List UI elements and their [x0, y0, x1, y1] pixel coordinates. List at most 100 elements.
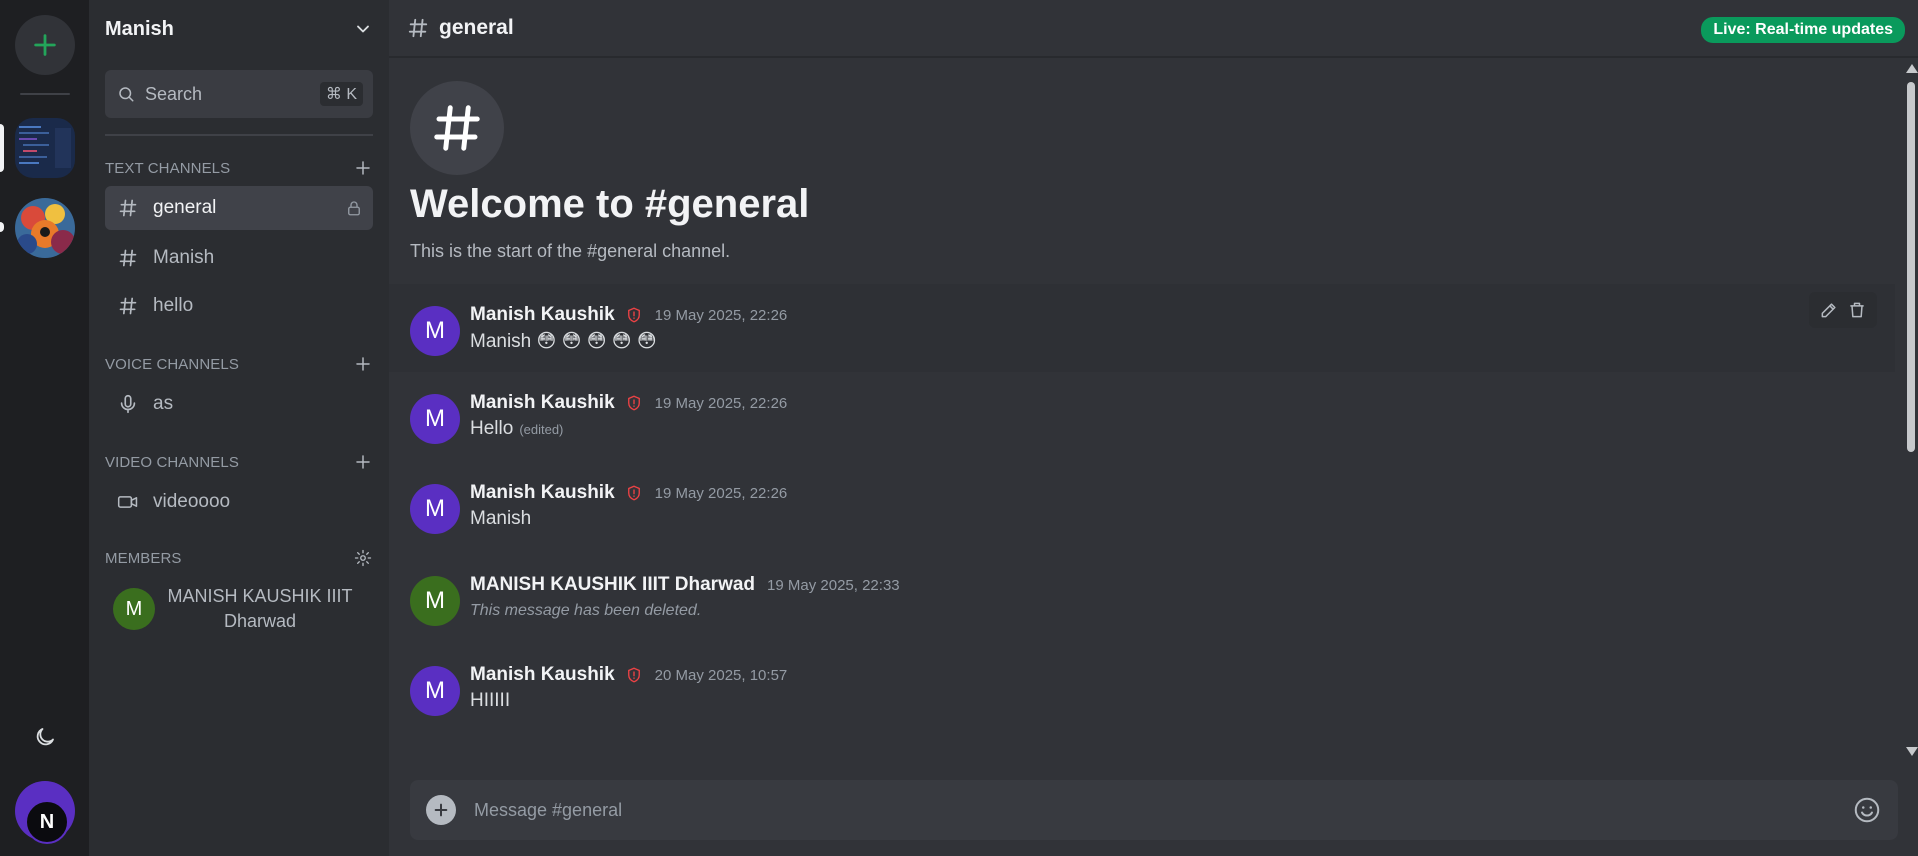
message-item[interactable]: M MANISH KAUSHIK IIIT Dharwad 19 May 202…: [389, 554, 1895, 644]
message-author[interactable]: Manish Kaushik: [470, 304, 615, 326]
video-channels-header: VIDEO CHANNELS: [105, 452, 373, 472]
manage-members-button[interactable]: [353, 548, 373, 568]
message-composer: [410, 780, 1898, 840]
user-badge[interactable]: N: [25, 800, 69, 844]
server-header[interactable]: Manish: [89, 0, 389, 58]
deleted-message-text: This message has been deleted.: [470, 602, 702, 619]
server-rail: N: [0, 0, 89, 856]
rail-separator: [20, 93, 70, 95]
message-avatar[interactable]: M: [410, 666, 460, 716]
live-status-badge: Live: Real-time updates: [1701, 17, 1905, 43]
section-label: VOICE CHANNELS: [105, 355, 239, 373]
channel-item-general[interactable]: general: [105, 186, 373, 230]
message-timestamp: 19 May 2025, 22:26: [654, 484, 788, 502]
message-scrollbar[interactable]: [1904, 62, 1918, 760]
message-avatar[interactable]: M: [410, 306, 460, 356]
sidebar-divider: [105, 134, 373, 136]
channel-name: as: [153, 393, 174, 414]
message-author[interactable]: Manish Kaushik: [470, 664, 615, 686]
emoji-button[interactable]: [1852, 795, 1882, 825]
member-avatar: M: [113, 588, 155, 630]
channel-item-as[interactable]: as: [105, 382, 373, 426]
scrollbar-thumb[interactable]: [1907, 82, 1915, 452]
message-input[interactable]: [474, 799, 1852, 821]
channel-sidebar: Manish Search ⌘ K TEXT CHANNELS general …: [89, 0, 389, 856]
smiley-icon: [1854, 797, 1880, 823]
message-timestamp: 19 May 2025, 22:33: [767, 576, 900, 594]
message-avatar[interactable]: M: [410, 484, 460, 534]
channel-name: videoooo: [153, 491, 231, 512]
scroll-up-arrow[interactable]: [1906, 64, 1918, 73]
message-actions: [1809, 292, 1877, 328]
message-text-row: Hello (edited): [470, 418, 787, 440]
server-thumbnail-icon: [15, 198, 75, 258]
admin-shield-icon: [625, 484, 643, 502]
message-item[interactable]: M Manish Kaushik 19 May 2025, 22:26 Mani…: [389, 284, 1895, 372]
server-name: Manish: [105, 17, 174, 40]
member-name: MANISH KAUSHIK IIIT Dharwad: [167, 586, 353, 631]
search-button[interactable]: Search ⌘ K: [105, 70, 373, 118]
moon-icon: [36, 728, 54, 746]
admin-shield-icon: [625, 394, 643, 412]
trash-icon: [1850, 302, 1864, 318]
message-list: M Manish Kaushik 19 May 2025, 22:26 Mani…: [389, 284, 1895, 760]
message-item[interactable]: M Manish Kaushik 19 May 2025, 22:26 Hell…: [389, 372, 1895, 462]
hash-icon: [117, 197, 139, 219]
channel-item-videoooo[interactable]: videoooo: [105, 480, 373, 524]
section-label: TEXT CHANNELS: [105, 159, 231, 177]
message-author[interactable]: Manish Kaushik: [470, 392, 615, 414]
server-thumbnail-icon: [15, 118, 75, 178]
add-server-button[interactable]: [15, 15, 75, 75]
message-item[interactable]: M Manish Kaushik 19 May 2025, 22:26 Mani…: [389, 462, 1895, 554]
video-camera-icon: [117, 491, 139, 513]
plus-icon: [34, 34, 56, 56]
message-text: Hello: [470, 418, 514, 439]
plus-icon: [434, 803, 448, 817]
hash-icon: [117, 295, 139, 317]
message-text: HIIIII: [470, 690, 511, 711]
edit-message-button[interactable]: [1819, 300, 1839, 320]
delete-message-button[interactable]: [1847, 300, 1867, 320]
welcome-title: Welcome to #general: [410, 182, 810, 226]
members-header: MEMBERS: [105, 548, 373, 568]
hash-icon: [117, 247, 139, 269]
text-channels-header: TEXT CHANNELS: [105, 158, 373, 178]
admin-shield-icon: [625, 666, 643, 684]
add-video-channel-button[interactable]: [353, 452, 373, 472]
welcome-subtitle: This is the start of the #general channe…: [410, 241, 731, 261]
server-icon-art[interactable]: [15, 198, 75, 258]
message-text: Manish: [470, 508, 532, 529]
theme-toggle-button[interactable]: [28, 720, 62, 754]
channel-item-hello[interactable]: hello: [105, 284, 373, 328]
add-voice-channel-button[interactable]: [353, 354, 373, 374]
message-author[interactable]: MANISH KAUSHIK IIIT Dharwad: [470, 574, 755, 596]
message-author[interactable]: Manish Kaushik: [470, 482, 615, 504]
channel-item-manish[interactable]: Manish: [105, 236, 373, 280]
message-avatar[interactable]: M: [410, 394, 460, 444]
plus-icon: [356, 357, 370, 371]
voice-channels-header: VOICE CHANNELS: [105, 354, 373, 374]
chevron-down-icon: [357, 25, 369, 33]
attach-button[interactable]: [426, 795, 456, 825]
admin-shield-icon: [625, 306, 643, 324]
edited-label: (edited): [519, 422, 564, 437]
message-text: Manish 😳 😳 😳 😳 😳: [470, 331, 657, 352]
search-label: Search: [145, 83, 203, 104]
channel-title: general: [439, 16, 514, 39]
message-timestamp: 19 May 2025, 22:26: [654, 394, 788, 412]
section-label: VIDEO CHANNELS: [105, 453, 239, 471]
add-text-channel-button[interactable]: [353, 158, 373, 178]
edit-icon: [1821, 303, 1836, 318]
search-icon: [119, 87, 134, 102]
message-avatar[interactable]: M: [410, 576, 460, 626]
message-timestamp: 20 May 2025, 10:57: [654, 666, 788, 684]
scroll-down-arrow[interactable]: [1906, 747, 1918, 756]
microphone-icon: [117, 393, 139, 415]
channel-header: general: [389, 0, 1918, 58]
gear-icon: [354, 549, 372, 567]
message-item[interactable]: M Manish Kaushik 20 May 2025, 10:57 HIII…: [389, 644, 1895, 734]
message-timestamp: 19 May 2025, 22:26: [654, 306, 788, 324]
server-icon-manish[interactable]: [15, 118, 75, 178]
member-item[interactable]: M MANISH KAUSHIK IIIT Dharwad: [105, 578, 373, 640]
server-unread-indicator: [0, 222, 4, 232]
